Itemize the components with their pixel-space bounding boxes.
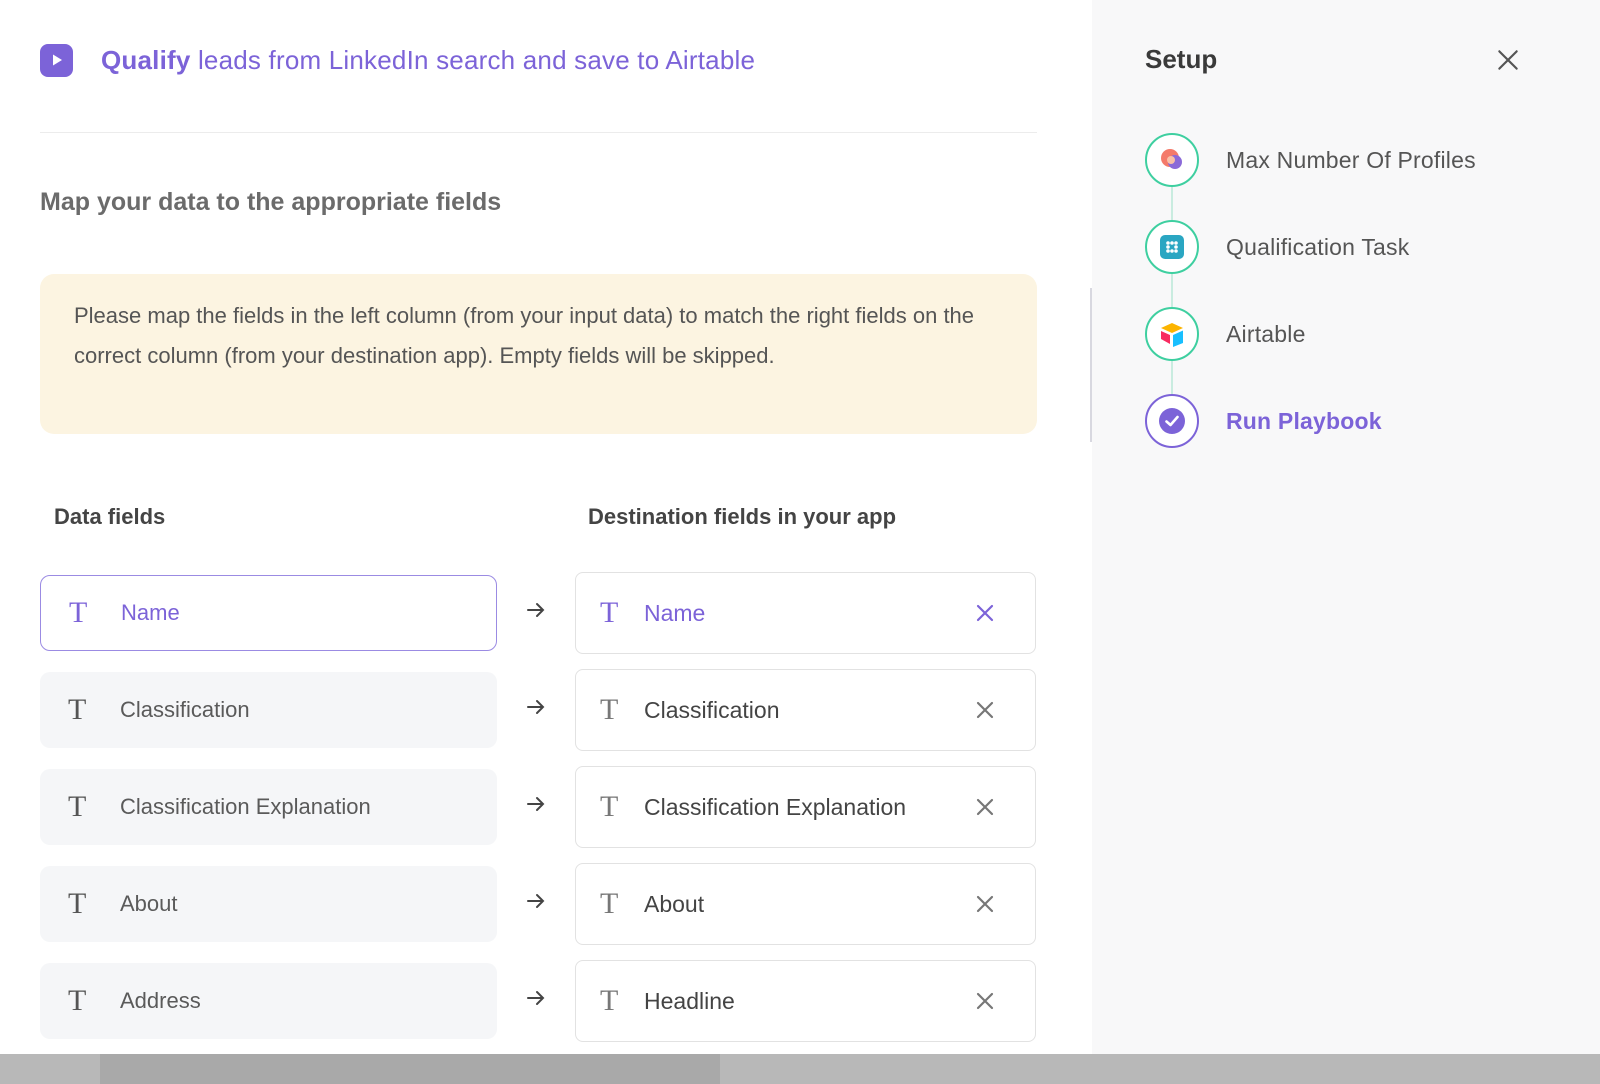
arrow-right-icon: [527, 991, 545, 1005]
source-field-label: About: [120, 891, 178, 916]
step-circle: [1145, 133, 1199, 187]
mapping-row: T About T About: [40, 863, 1037, 945]
setup-sidebar: Setup Max Number Of Profiles Qualificati…: [1090, 0, 1600, 1054]
step-label: Run Playbook: [1226, 407, 1382, 434]
destination-field[interactable]: T About: [575, 863, 1036, 945]
step-label: Airtable: [1226, 320, 1306, 347]
clear-field-icon[interactable]: [973, 601, 997, 625]
arrow-right-icon: [527, 700, 545, 714]
destination-field-label: Classification: [644, 696, 780, 723]
text-type-icon: T: [600, 790, 619, 823]
clear-field-icon[interactable]: [973, 892, 997, 916]
source-field[interactable]: T About: [40, 866, 497, 942]
destination-field[interactable]: T Classification Explanation: [575, 766, 1036, 848]
text-type-icon: T: [600, 984, 619, 1017]
arrow-right-icon: [527, 894, 545, 908]
arrow-right-icon: [527, 797, 545, 811]
profiles-app-icon: [1161, 149, 1182, 169]
mapping-row: T Classification T Classification: [40, 669, 1037, 751]
step-airtable[interactable]: Airtable: [1145, 307, 1306, 361]
step-label: Qualification Task: [1226, 233, 1410, 260]
mapping-row: T Classification Explanation T Classific…: [40, 766, 1037, 848]
mapping-row: T Name T Name: [40, 572, 1037, 654]
destination-field[interactable]: T Headline: [575, 960, 1036, 1042]
divider: [40, 132, 1037, 133]
clear-field-icon[interactable]: [973, 698, 997, 722]
destination-field-label: About: [644, 890, 705, 917]
step-max-profiles[interactable]: Max Number Of Profiles: [1145, 133, 1476, 187]
step-connector: [1171, 186, 1173, 220]
text-type-icon: T: [600, 693, 619, 726]
text-type-icon: T: [68, 887, 87, 920]
text-type-icon: T: [68, 984, 87, 1017]
text-type-icon: T: [600, 887, 619, 920]
text-type-icon: T: [68, 693, 87, 726]
source-field[interactable]: T Name: [40, 575, 497, 651]
destination-field-label: Headline: [644, 987, 735, 1014]
play-icon: [40, 43, 73, 77]
destination-field-label: Classification Explanation: [644, 793, 907, 820]
text-type-icon: T: [600, 596, 619, 629]
step-label: Max Number Of Profiles: [1226, 146, 1476, 173]
step-circle: [1145, 394, 1199, 448]
page: Qualify leads from LinkedIn search and s…: [0, 0, 1600, 1084]
source-field-label: Address: [120, 988, 201, 1013]
source-field[interactable]: T Classification Explanation: [40, 769, 497, 845]
source-field[interactable]: T Address: [40, 963, 497, 1039]
text-type-icon: T: [68, 790, 87, 823]
text-type-icon: T: [69, 596, 88, 629]
close-icon[interactable]: [1495, 47, 1521, 73]
sidebar-title: Setup: [1145, 44, 1218, 74]
arrow-right-icon: [527, 603, 545, 617]
destination-field[interactable]: T Name: [575, 572, 1036, 654]
source-field-label: Classification Explanation: [120, 794, 371, 819]
step-circle: [1145, 220, 1199, 274]
data-fields-header: Data fields: [54, 504, 166, 529]
section-heading: Map your data to the appropriate fields: [40, 188, 502, 216]
source-field-label: Name: [121, 600, 180, 625]
source-field[interactable]: T Classification: [40, 672, 497, 748]
task-app-icon: [1160, 235, 1184, 259]
destination-fields-header: Destination fields in your app: [588, 504, 897, 529]
notice-box: Please map the fields in the left column…: [40, 274, 1037, 434]
destination-field-label: Name: [644, 599, 706, 626]
airtable-icon: [1161, 323, 1183, 347]
step-qualification-task[interactable]: Qualification Task: [1145, 220, 1409, 274]
clear-field-icon[interactable]: [973, 989, 997, 1013]
step-run-playbook[interactable]: Run Playbook: [1145, 394, 1382, 448]
source-field-label: Classification: [120, 697, 250, 722]
step-circle: [1145, 307, 1199, 361]
mapping-row: T Address T Headline: [40, 960, 1037, 1042]
step-connector: [1171, 273, 1173, 307]
playbook-title-rest: leads from LinkedIn search and save to A…: [190, 44, 756, 75]
destination-field[interactable]: T Classification: [575, 669, 1036, 751]
playbook-title: Qualify leads from LinkedIn search and s…: [101, 45, 755, 76]
check-circle-icon: [1159, 408, 1185, 434]
playbook-title-row: Qualify leads from LinkedIn search and s…: [40, 40, 755, 80]
step-connector: [1171, 360, 1173, 394]
sidebar-scroll-rail[interactable]: [1090, 288, 1092, 442]
scrollbar-thumb[interactable]: [100, 1054, 720, 1084]
playbook-title-bold: Qualify: [101, 44, 191, 75]
main-panel: Qualify leads from LinkedIn search and s…: [0, 0, 1092, 1084]
clear-field-icon[interactable]: [973, 795, 997, 819]
